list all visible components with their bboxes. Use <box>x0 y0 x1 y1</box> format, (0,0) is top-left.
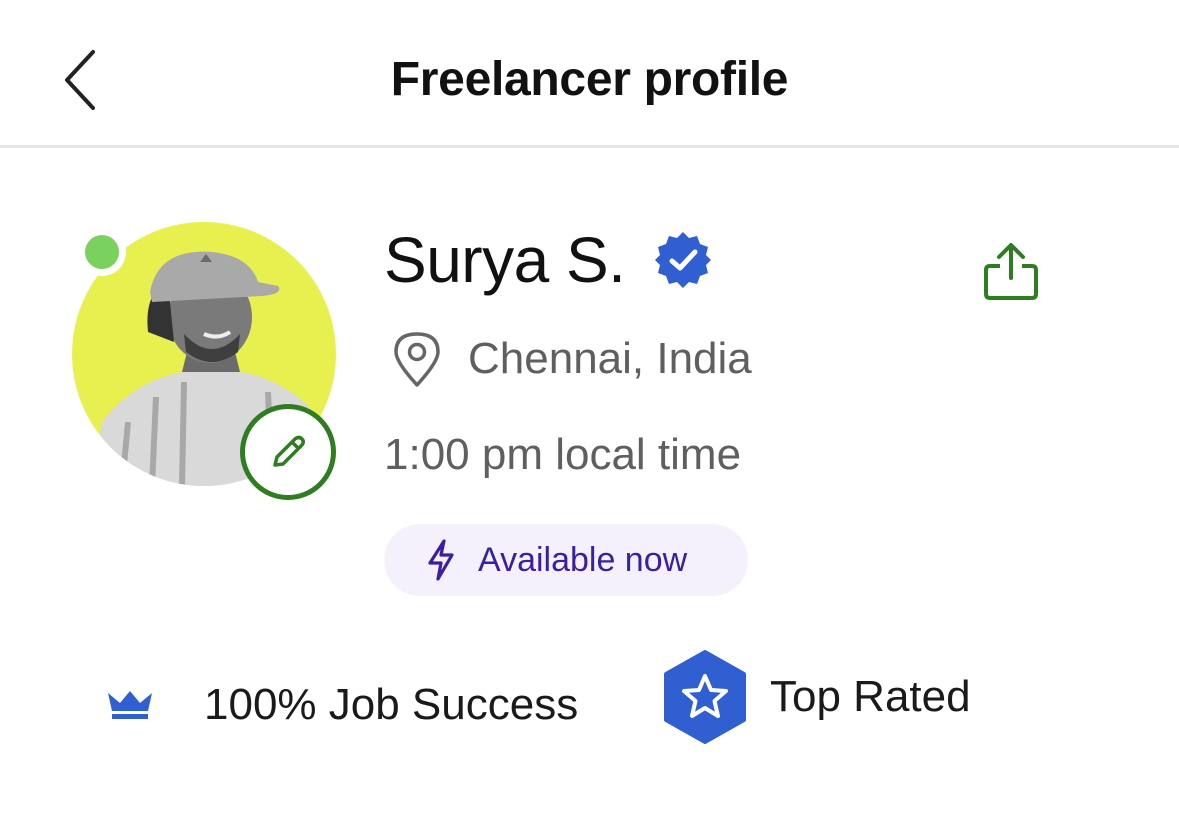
top-rated-text: Top Rated <box>770 672 971 721</box>
location-text: Chennai, India <box>468 334 752 383</box>
header-bar: Freelancer profile <box>0 0 1179 148</box>
map-pin-icon <box>394 332 440 387</box>
availability-text: Available now <box>478 540 688 579</box>
local-time-text: 1:00 pm local time <box>384 430 742 479</box>
name-row: Surya S. <box>384 222 713 298</box>
share-button[interactable] <box>976 236 1046 306</box>
location-row: Chennai, India <box>392 326 752 392</box>
top-rated-stat: Top Rated <box>662 650 971 744</box>
freelancer-profile-screen: Freelancer profile Surya S. Chennai, Ind… <box>0 0 1179 836</box>
lightning-icon <box>428 539 454 581</box>
top-rated-badge-icon <box>664 650 746 744</box>
page-title: Freelancer profile <box>390 53 789 106</box>
edit-photo-button[interactable] <box>240 404 336 500</box>
share-icon <box>984 243 1038 300</box>
verified-badge-icon <box>655 232 712 288</box>
job-success-text: 100% Job Success <box>204 680 579 729</box>
availability-badge[interactable]: Available now <box>384 524 748 596</box>
pencil-icon <box>273 435 306 467</box>
freelancer-name: Surya S. <box>384 224 626 296</box>
crown-icon <box>108 691 152 719</box>
online-status-indicator <box>78 228 126 276</box>
online-dot <box>85 235 119 269</box>
job-success-stat: 100% Job Success <box>104 670 578 740</box>
